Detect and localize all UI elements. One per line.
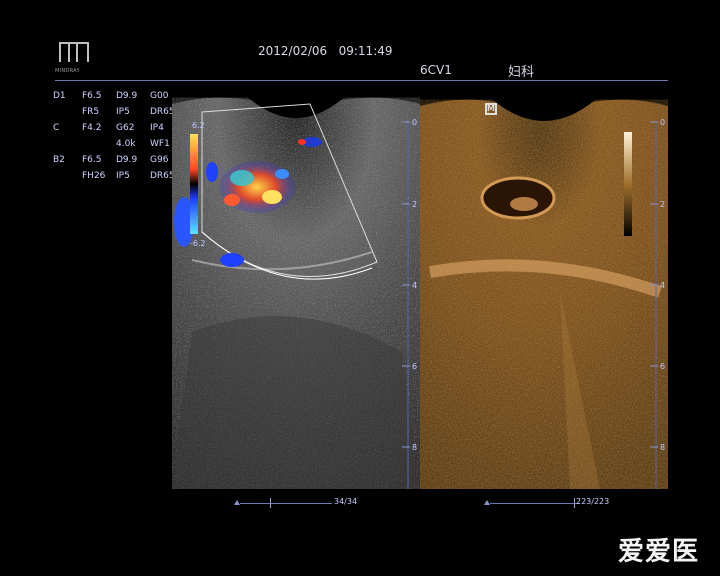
mindray-logo: MINDRAY (55, 42, 89, 74)
param-cell: D9.9 (116, 91, 138, 101)
param-cell: D9.9 (116, 155, 138, 165)
param-cell: C (53, 123, 60, 133)
param-cell: FR5 (82, 107, 100, 117)
param-cell: G62 (116, 123, 135, 133)
depth-label: 6 (660, 362, 665, 371)
scale-bottom-label: -6.2 (190, 239, 206, 248)
param-row: FR5 IP5 DR65 (40, 107, 180, 123)
param-cell: B2 (53, 155, 65, 165)
cine-cursor[interactable] (270, 498, 271, 508)
logo-brand-text: MINDRAY (55, 68, 80, 74)
depth-label: 2 (660, 200, 665, 209)
param-cell: DR65 (150, 107, 175, 117)
exam-datetime: 2012/02/06 09:11:49 (258, 44, 393, 58)
cine-frame-count: 223/223 (576, 497, 610, 506)
param-cell: FH26 (82, 171, 106, 181)
param-cell: D1 (53, 91, 66, 101)
scale-top-label: 6.2 (192, 121, 205, 130)
cine-cursor[interactable] (574, 498, 575, 508)
param-cell: IP4 (150, 123, 164, 133)
cine-frame-count: 34/34 (334, 497, 358, 506)
param-cell: G00 (150, 91, 169, 101)
param-cell: DR65 (150, 171, 175, 181)
imaging-parameters: D1 F6.5 D9.9 G00 FR5 IP5 DR65 C F4.2 G62… (40, 91, 180, 187)
depth-label: 4 (660, 281, 665, 290)
depth-label: 2 (412, 200, 417, 209)
param-cell: IP5 (116, 107, 130, 117)
param-cell: IP5 (116, 171, 130, 181)
depth-label: 4 (412, 281, 417, 290)
watermark: 爱爱医 (618, 537, 700, 567)
color-velocity-scale (190, 134, 198, 234)
gray-scale-bar (624, 132, 632, 236)
param-row: 4.0k WF1 (40, 139, 180, 155)
logo-mark-icon (59, 42, 89, 62)
param-cell: 4.0k (116, 139, 136, 149)
param-cell: F6.5 (82, 91, 102, 101)
ultrasound-left-svg: 6.2 -6.2 0 2 4 6 8 (172, 92, 420, 489)
sac-content (510, 197, 538, 211)
cine-track[interactable] (490, 503, 580, 504)
bmode-sepia-image[interactable]: 0 2 4 6 8 (420, 92, 668, 489)
depth-label: 8 (412, 443, 417, 452)
param-cell: F4.2 (82, 123, 102, 133)
bmode-color-doppler-image[interactable]: 6.2 -6.2 0 2 4 6 8 (172, 92, 420, 489)
exam-type: 妇科 (508, 65, 535, 80)
param-row: FH26 IP5 DR65 (40, 171, 180, 187)
param-cell: WF1 (150, 139, 170, 149)
header-divider (55, 80, 668, 81)
param-cell: G96 (150, 155, 169, 165)
cine-bar-right[interactable]: 223/223 (484, 496, 624, 510)
cine-track[interactable] (240, 503, 332, 504)
depth-label: 0 (660, 118, 665, 127)
ultrasound-right-svg: 0 2 4 6 8 (420, 92, 668, 489)
depth-label: 8 (660, 443, 665, 452)
param-cell: F6.5 (82, 155, 102, 165)
probe-name: 6CV1 (420, 63, 452, 77)
param-row: C F4.2 G62 IP4 (40, 123, 180, 139)
orientation-marker-icon: M (485, 103, 497, 115)
depth-label: 6 (412, 362, 417, 371)
param-row: B2 F6.5 D9.9 G96 (40, 155, 180, 171)
depth-label: 0 (412, 118, 417, 127)
param-row: D1 F6.5 D9.9 G00 (40, 91, 180, 107)
tissue-deep (172, 316, 420, 489)
cine-bar-left[interactable]: 34/34 (234, 496, 364, 510)
